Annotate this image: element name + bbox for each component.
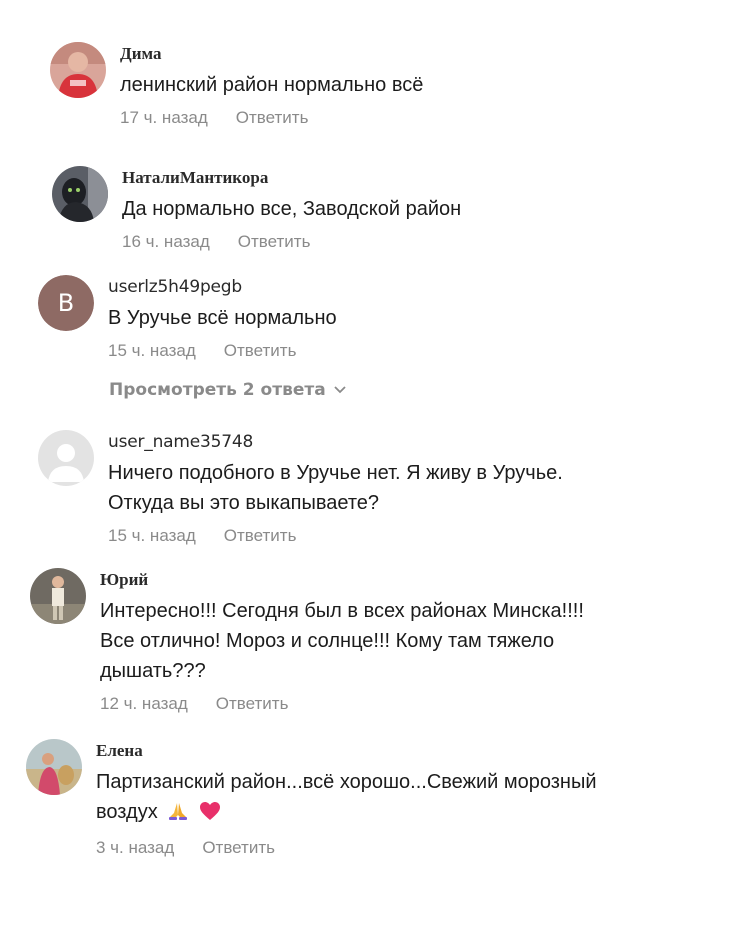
- comment-text: Да нормально все, Заводской район: [122, 198, 462, 220]
- comment-item: НаталиМантикора Да нормально все, Заводс…: [52, 166, 642, 252]
- comment-time: 12 ч. назад: [100, 694, 188, 713]
- comment-text: Ничего подобного в Уручье нет. Я живу в …: [108, 462, 563, 514]
- comment-text: В Уручье всё нормально: [108, 307, 337, 329]
- avatar[interactable]: B: [38, 275, 94, 331]
- avatar[interactable]: [26, 739, 82, 795]
- reply-button[interactable]: Ответить: [216, 694, 289, 714]
- chevron-down-icon: [334, 386, 346, 394]
- user-photo-icon: [52, 166, 108, 222]
- comment-time: 3 ч. назад: [96, 838, 175, 857]
- user-photo-icon: [26, 739, 82, 795]
- view-replies-button[interactable]: Просмотреть 2 ответа: [109, 380, 346, 400]
- comment-username[interactable]: НаталиМантикора: [122, 168, 642, 188]
- comment-time: 15 ч. назад: [108, 341, 196, 360]
- comment-text: ленинский район нормально всё: [120, 74, 424, 96]
- avatar[interactable]: [50, 42, 106, 98]
- comment-username[interactable]: Юрий: [100, 570, 620, 590]
- comment-username[interactable]: Дима: [120, 44, 640, 64]
- comment-item: Елена Партизанский район...всё хорошо...…: [26, 739, 616, 858]
- comment-text: Интересно!!! Сегодня был в всех районах …: [100, 600, 584, 682]
- comment-username[interactable]: Елена: [96, 741, 616, 761]
- comment-time: 15 ч. назад: [108, 526, 196, 545]
- avatar[interactable]: [38, 430, 94, 486]
- reply-button[interactable]: Ответить: [238, 232, 311, 252]
- user-photo-icon: [50, 42, 106, 98]
- reply-button[interactable]: Ответить: [224, 526, 297, 546]
- avatar-letter: B: [38, 275, 94, 331]
- reply-button[interactable]: Ответить: [236, 108, 309, 128]
- comment-item: Юрий Интересно!!! Сегодня был в всех рай…: [30, 568, 620, 714]
- avatar[interactable]: [52, 166, 108, 222]
- comment-time: 16 ч. назад: [122, 232, 210, 251]
- comment-item: user_name35748 Ничего подобного в Уручье…: [38, 430, 628, 546]
- reply-button[interactable]: Ответить: [202, 838, 275, 858]
- comment-username[interactable]: userlz5h49pegb: [108, 277, 628, 297]
- comment-text: Партизанский район...всё хорошо...Свежий…: [96, 767, 616, 830]
- comment-item: Дима ленинский район нормально всё 17 ч.…: [50, 42, 640, 128]
- view-replies-label: Просмотреть 2 ответа: [109, 380, 326, 400]
- comment-time: 17 ч. назад: [120, 108, 208, 127]
- comment-username[interactable]: user_name35748: [108, 432, 628, 452]
- avatar[interactable]: [30, 568, 86, 624]
- default-user-icon: [38, 430, 94, 486]
- folded-hands-icon: [167, 800, 189, 830]
- reply-button[interactable]: Ответить: [224, 341, 297, 361]
- comments-list: Дима ленинский район нормально всё 17 ч.…: [0, 0, 732, 930]
- heart-icon: [199, 800, 221, 830]
- comment-item: B userlz5h49pegb В Уручье всё нормально …: [38, 275, 628, 361]
- user-photo-icon: [30, 568, 86, 624]
